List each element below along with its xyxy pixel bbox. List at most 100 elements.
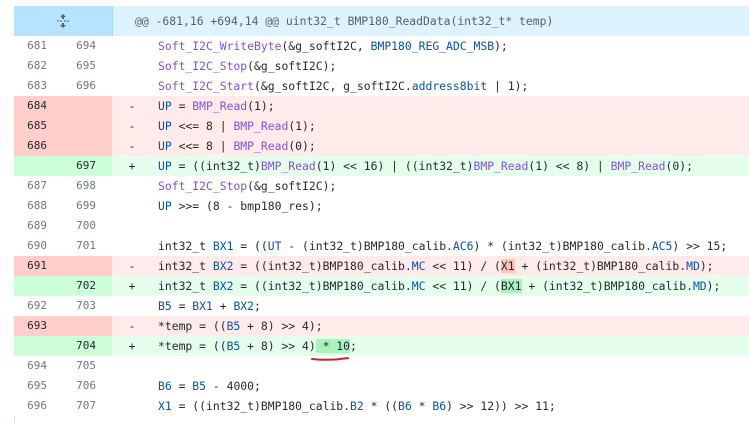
identifier-token: MD: [692, 279, 707, 293]
new-line-number[interactable]: 707: [63, 396, 112, 416]
old-line-number[interactable]: 690: [14, 236, 63, 256]
code-token: +: [212, 299, 234, 313]
expand-hunk-button[interactable]: [14, 6, 113, 36]
code-token: = ((int32_t): [171, 159, 261, 173]
identifier-token: BX1: [212, 239, 234, 253]
old-line-number[interactable]: 683: [14, 76, 63, 96]
changed-token: * 10: [315, 339, 351, 353]
old-line-number[interactable]: 693: [14, 316, 63, 336]
function-token: BMP_Read: [233, 139, 289, 153]
context-line: 692 703 B5 = BX1 + BX2;: [14, 296, 749, 316]
new-line-number[interactable]: [63, 316, 112, 336]
new-line-number[interactable]: 696: [63, 76, 112, 96]
identifier-token: X1: [158, 399, 172, 413]
new-line-number: 683: [93, 0, 111, 2]
code-text: int32_t BX2 = ((int32_t)BMP180_calib.MC …: [152, 259, 749, 273]
code-token: (0);: [288, 139, 316, 153]
identifier-token: B5: [158, 299, 172, 313]
code-text: UP <<= 8 | BMP_Read(0);: [152, 139, 749, 153]
new-line-number[interactable]: [63, 256, 112, 276]
old-line-number[interactable]: 688: [14, 196, 63, 216]
new-line-number[interactable]: 694: [63, 36, 112, 56]
old-line-number[interactable]: 691: [14, 256, 63, 276]
code-text: int32_t BX1 = ((UT - (int32_t)BMP180_cal…: [152, 239, 749, 253]
new-line-number[interactable]: [63, 96, 112, 116]
old-line-number[interactable]: 682: [14, 56, 63, 76]
identifier-token: UT: [267, 239, 282, 253]
new-line-number[interactable]: [63, 116, 112, 136]
code-token: ;: [254, 299, 261, 313]
diff-rows: 681 694 Soft_I2C_WriteByte(&g_softI2C, BMP…: [14, 36, 749, 416]
code-token: - 4000;: [206, 379, 261, 393]
code-token: - (int32_t)BMP180_calib.: [281, 239, 453, 253]
new-line-number[interactable]: 706: [63, 376, 112, 396]
old-line-number[interactable]: 684: [14, 96, 63, 116]
old-line-number[interactable]: 696: [14, 396, 63, 416]
new-line-number[interactable]: [63, 136, 112, 156]
identifier-token: UP: [158, 159, 172, 173]
deleted-line: 686 - UP <<= 8 | BMP_Read(0);: [14, 136, 749, 156]
code-token: * ((: [363, 399, 399, 413]
code-token: + 8) >> 4);: [240, 319, 323, 333]
identifier-token: B6: [432, 399, 447, 413]
old-line-number[interactable]: 692: [14, 296, 63, 316]
old-line-number[interactable]: 687: [14, 176, 63, 196]
new-line-number[interactable]: 698: [63, 176, 112, 196]
identifier-token: UP: [158, 119, 172, 133]
identifier-token: BX1: [192, 299, 213, 313]
code-token: + (int32_t)BMP180_calib.: [514, 259, 687, 273]
new-line-number[interactable]: 703: [63, 296, 112, 316]
new-line-number[interactable]: 695: [63, 56, 112, 76]
code-token: *: [411, 399, 433, 413]
changed-token: BX1: [500, 279, 522, 293]
new-line-number[interactable]: 705: [63, 356, 112, 376]
old-line-number: 672: [40, 0, 58, 2]
function-token: BMP_Read: [233, 119, 289, 133]
deleted-line: 693 - *temp = ((B5 + 8) >> 4);: [14, 316, 749, 336]
code-token: (&g_softI2C);: [247, 59, 337, 73]
new-line-number[interactable]: 697: [63, 156, 112, 176]
code-token: (1);: [247, 99, 275, 113]
code-token: );: [706, 279, 721, 293]
code-text: int32_t BX2 = ((int32_t)BMP180_calib.MC …: [152, 279, 749, 293]
context-line: 682 695 Soft_I2C_Stop(&g_softI2C);: [14, 56, 749, 76]
function-token: Soft_I2C_Start: [158, 79, 255, 93]
new-line-number[interactable]: 699: [63, 196, 112, 216]
old-line-number[interactable]: [14, 276, 63, 296]
code-token: (0);: [665, 159, 693, 173]
old-line-number[interactable]: 694: [14, 356, 63, 376]
code-token: );: [494, 39, 508, 53]
code-text: Soft_I2C_WriteByte(&g_softI2C, BMP180_RE…: [152, 39, 749, 53]
old-line-number[interactable]: [14, 156, 63, 176]
unfold-icon: [57, 14, 69, 28]
identifier-token: address8bit: [411, 79, 488, 93]
changed-token: X1: [500, 259, 515, 273]
function-token: BMP_Read: [260, 159, 316, 173]
code-token: + 8) >> 4): [240, 339, 316, 353]
new-line-number[interactable]: 702: [63, 276, 112, 296]
old-line-number[interactable]: 686: [14, 136, 63, 156]
function-token: Soft_I2C_Stop: [158, 59, 248, 73]
identifier-token: B2: [350, 399, 364, 413]
old-line-number[interactable]: 681: [14, 36, 63, 56]
old-line-number[interactable]: 685: [14, 116, 63, 136]
code-token: *temp = ((: [158, 339, 227, 353]
new-line-number[interactable]: 704: [63, 336, 112, 356]
code-token: (&g_softI2C,: [281, 39, 371, 53]
new-line-number[interactable]: 700: [63, 216, 112, 236]
diff-sign: +: [128, 279, 136, 293]
diff-sign: -: [128, 119, 136, 133]
code-text: UP >>= (8 - bmp180_res);: [152, 199, 749, 213]
code-token: ) >> 15;: [672, 239, 728, 253]
code-token: int32_t: [158, 259, 213, 273]
code-token: + (int32_t)BMP180_calib.: [521, 279, 693, 293]
deleted-line: 685 - UP <<= 8 | BMP_Read(1);: [14, 116, 749, 136]
old-line-number[interactable]: 689: [14, 216, 63, 236]
old-line-number[interactable]: 695: [14, 376, 63, 396]
left-gutter-strip: [0, 0, 15, 423]
identifier-token: BX2: [212, 259, 234, 273]
old-line-number[interactable]: [14, 336, 63, 356]
code-token: );: [699, 259, 714, 273]
code-token: ) * (int32_t)BMP180_calib.: [473, 239, 652, 253]
new-line-number[interactable]: 701: [63, 236, 112, 256]
